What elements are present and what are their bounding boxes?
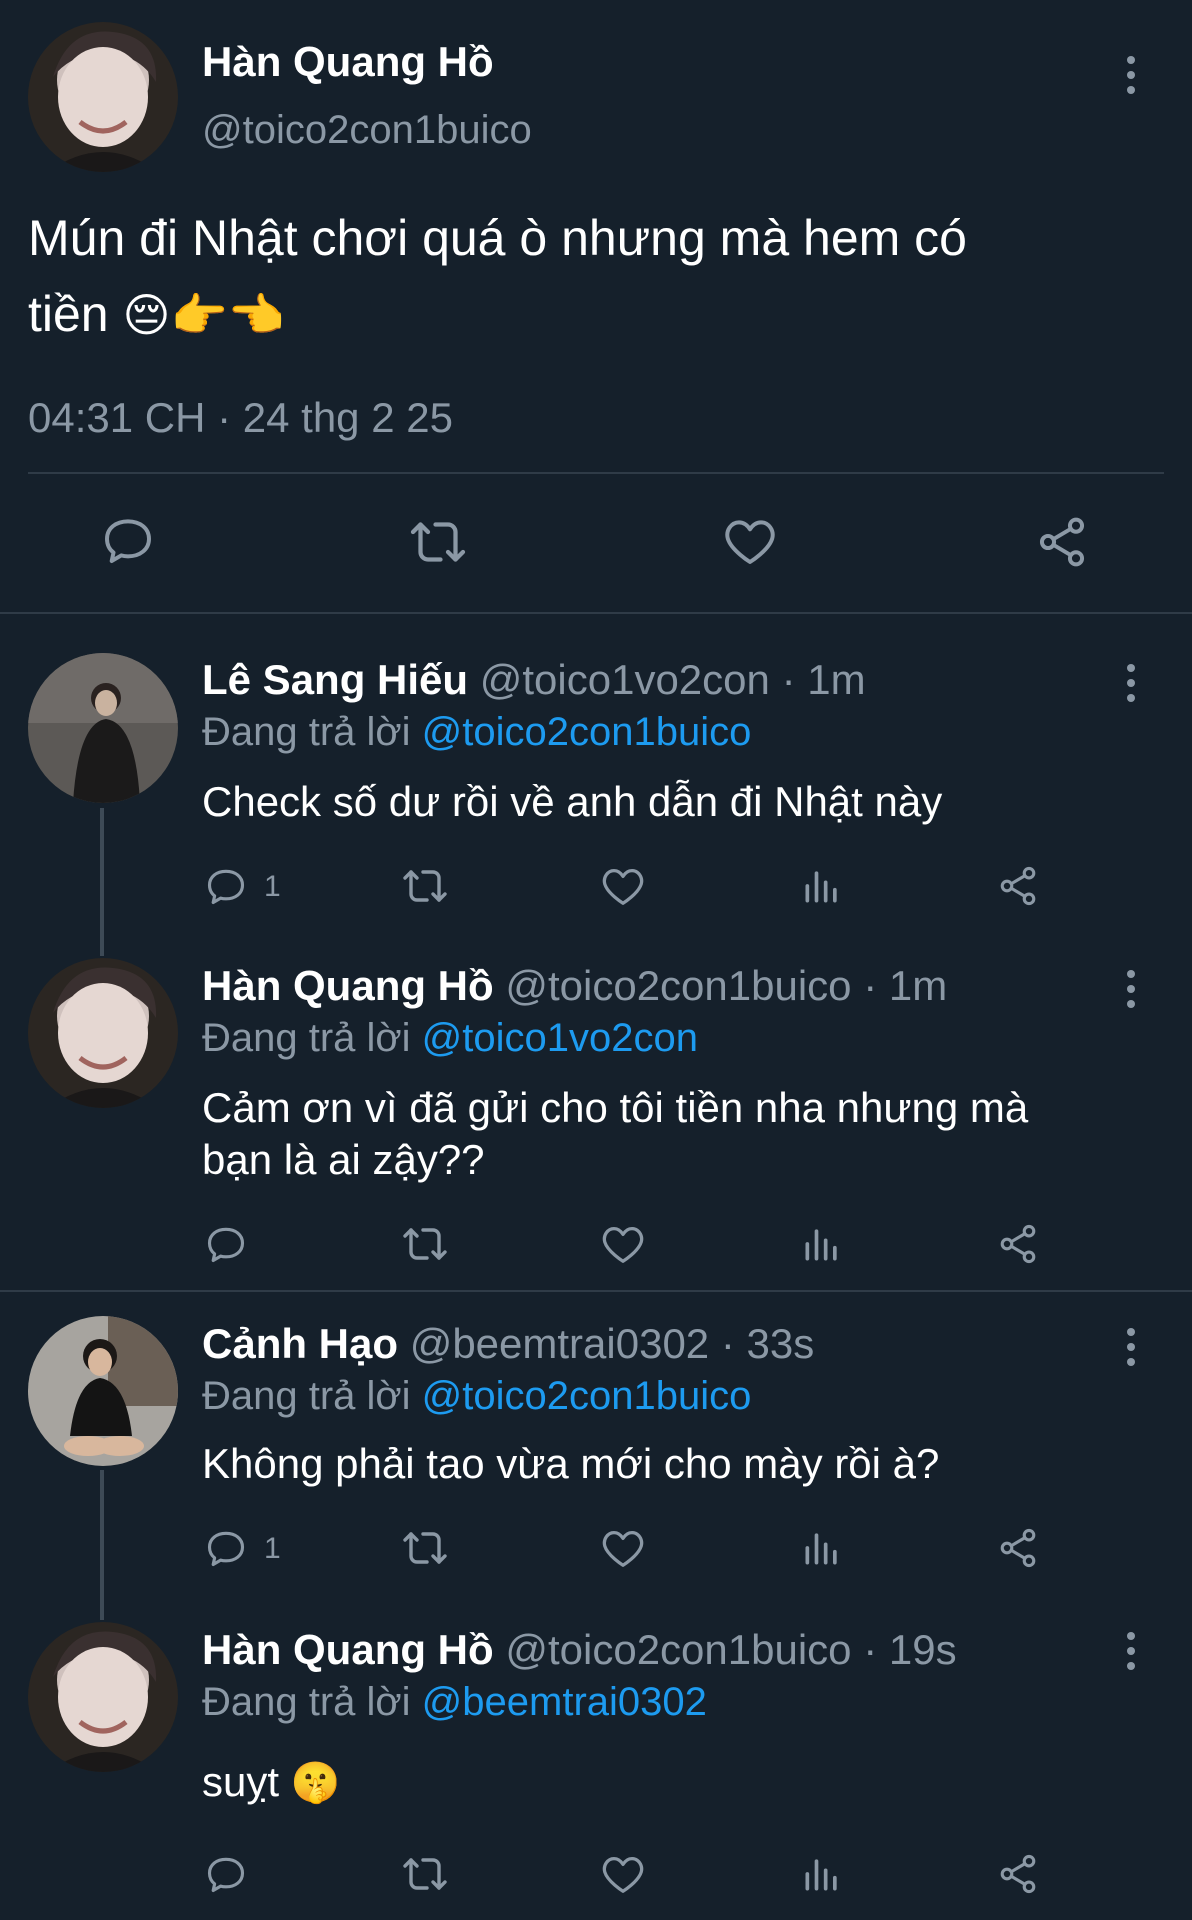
like-icon[interactable]	[600, 1852, 646, 1896]
more-options-icon[interactable]	[1124, 970, 1138, 1015]
reply-author-handle[interactable]: @toico2con1buico	[505, 962, 851, 1009]
reply-header: Hàn Quang Hồ @toico2con1buico · 1m	[202, 962, 947, 1010]
reply-icon[interactable]	[204, 1526, 248, 1570]
tweet-timestamp: 04:31 CH · 24 thg 2 25	[28, 394, 453, 441]
reply-icon[interactable]	[204, 1222, 248, 1266]
retweet-icon[interactable]	[400, 1852, 450, 1896]
like-icon[interactable]	[600, 1526, 646, 1570]
views-icon[interactable]	[800, 864, 844, 908]
reply-text-line1: Cảm ơn vì đã gửi cho tôi tiền nha nhưng …	[202, 1084, 1029, 1131]
retweet-icon[interactable]	[400, 1526, 450, 1570]
thread-connector	[100, 1470, 104, 1620]
section-divider	[0, 1290, 1192, 1292]
reply-icon[interactable]	[204, 1852, 248, 1896]
replying-to-handle[interactable]: @toico2con1buico	[422, 1374, 752, 1418]
replying-to-label: Đang trả lời	[202, 1680, 411, 1724]
reply-author-name[interactable]: Hàn Quang Hồ	[202, 962, 494, 1009]
reply-author-name[interactable]: Hàn Quang Hồ	[202, 1626, 494, 1673]
author-name[interactable]: Hàn Quang Hồ	[202, 38, 494, 86]
thread-connector	[100, 808, 104, 956]
reply-author-name[interactable]: Cảnh Hạo	[202, 1320, 398, 1367]
reply-time: · 19s	[863, 1626, 957, 1673]
reply-time: · 33s	[720, 1320, 815, 1367]
reply-text: Check số dư rồi về anh dẫn đi Nhật này	[202, 778, 943, 825]
author-avatar[interactable]	[28, 22, 178, 172]
retweet-icon[interactable]	[400, 1222, 450, 1266]
reply-icon[interactable]	[204, 864, 248, 908]
reply-text-line2: bạn là ai zậy??	[202, 1136, 485, 1183]
share-icon[interactable]	[996, 1222, 1040, 1266]
reply-count: 1	[264, 1532, 281, 1565]
views-icon[interactable]	[800, 1526, 844, 1570]
author-handle[interactable]: @toico2con1buico	[202, 108, 532, 153]
reply-text-content: suỵt	[202, 1758, 280, 1805]
reply-header: Hàn Quang Hồ @toico2con1buico · 19s	[202, 1626, 957, 1674]
section-divider	[0, 612, 1192, 614]
reply-header: Cảnh Hạo @beemtrai0302 · 33s	[202, 1320, 814, 1368]
share-icon[interactable]	[996, 1852, 1040, 1896]
reply-avatar[interactable]	[28, 1316, 178, 1466]
views-icon[interactable]	[800, 1222, 844, 1266]
tweet-text: Mún đi Nhật chơi quá ò nhưng mà hem có t…	[28, 200, 1168, 353]
replying-to-label: Đang trả lời	[202, 1016, 411, 1060]
replying-to-handle[interactable]: @beemtrai0302	[422, 1680, 707, 1724]
share-icon[interactable]	[1034, 514, 1090, 570]
tweet-text-line1: Mún đi Nhật chơi quá ò nhưng mà hem có	[28, 210, 967, 266]
reply-time: · 1m	[863, 962, 948, 1009]
share-icon[interactable]	[996, 864, 1040, 908]
replying-to-label: Đang trả lời	[202, 1374, 411, 1418]
shushing-emoji: 🤫	[290, 1761, 341, 1805]
reply-author-handle[interactable]: @toico2con1buico	[505, 1626, 851, 1673]
tweet-text-line2: tiền	[28, 286, 109, 342]
timestamp-divider	[28, 472, 1164, 474]
more-options-icon[interactable]	[1124, 664, 1138, 709]
reply-time: · 1m	[781, 656, 866, 703]
reply-author-name[interactable]: Lê Sang Hiếu	[202, 656, 468, 703]
share-icon[interactable]	[996, 1526, 1040, 1570]
tweet-emojis: 😔👉👈	[122, 289, 286, 341]
like-icon[interactable]	[600, 1222, 646, 1266]
views-icon[interactable]	[800, 1852, 844, 1896]
reply-text: suỵt 🤫	[202, 1758, 341, 1806]
reply-count: 1	[264, 870, 281, 903]
replying-to: Đang trả lời @toico2con1buico	[202, 1374, 751, 1419]
reply-text: Không phải tao vừa mới cho mày rồi à?	[202, 1440, 940, 1487]
reply-avatar[interactable]	[28, 1622, 178, 1772]
reply-header: Lê Sang Hiếu @toico1vo2con · 1m	[202, 656, 866, 704]
replying-to: Đang trả lời @toico2con1buico	[202, 710, 751, 755]
reply-text: Cảm ơn vì đã gửi cho tôi tiền nha nhưng …	[202, 1082, 1028, 1186]
more-options-icon[interactable]	[1124, 56, 1138, 101]
replying-to-handle[interactable]: @toico2con1buico	[422, 710, 752, 754]
reply-avatar[interactable]	[28, 653, 178, 803]
like-icon[interactable]	[722, 514, 778, 568]
reply-author-handle[interactable]: @beemtrai0302	[410, 1320, 709, 1367]
replying-to-label: Đang trả lời	[202, 710, 411, 754]
replying-to-handle[interactable]: @toico1vo2con	[422, 1016, 698, 1060]
replying-to: Đang trả lời @beemtrai0302	[202, 1680, 707, 1725]
reply-author-handle[interactable]: @toico1vo2con	[480, 656, 770, 703]
like-icon[interactable]	[600, 864, 646, 908]
retweet-icon[interactable]	[408, 514, 468, 570]
reply-icon[interactable]	[100, 512, 156, 568]
more-options-icon[interactable]	[1124, 1632, 1138, 1677]
more-options-icon[interactable]	[1124, 1328, 1138, 1373]
retweet-icon[interactable]	[400, 864, 450, 908]
replying-to: Đang trả lời @toico1vo2con	[202, 1016, 698, 1061]
reply-avatar[interactable]	[28, 958, 178, 1108]
